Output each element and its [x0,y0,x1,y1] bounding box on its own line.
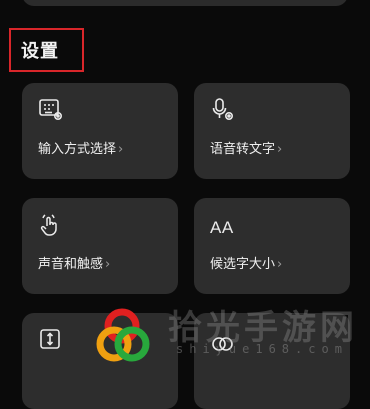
watermark-logo [96,308,150,362]
tile-label: 声音和触感 › [38,257,111,272]
touch-vibrate-icon [38,212,64,238]
section-title-text: 设置 [21,41,59,62]
settings-section-title: 设置 [9,28,84,72]
tile-label: 语音转文字 › [210,142,283,157]
tile-label: 候选字大小 › [210,257,283,272]
tile-sound-and-haptics[interactable]: 声音和触感 › [22,198,178,294]
vertical-resize-icon [38,327,64,353]
tile-voice-to-text[interactable]: 语音转文字 › [194,83,350,179]
tile-label: 输入方式选择 › [38,142,124,157]
chevron-right-icon: › [105,257,111,272]
tile-candidate-font-size[interactable]: AA 候选字大小 › [194,198,350,294]
tile-input-method[interactable]: 输入方式选择 › [22,83,178,179]
chevron-right-icon: › [118,142,124,157]
microphone-gear-icon [210,97,236,123]
chevron-right-icon: › [277,257,283,272]
watermark-url: shiyue168.com [176,342,348,356]
watermark: 拾光手游网 shiyue168.com [94,298,370,371]
chevron-right-icon: › [277,142,283,157]
font-size-icon: AA [210,218,234,237]
previous-card [22,0,348,6]
keyboard-gear-icon [38,97,64,123]
